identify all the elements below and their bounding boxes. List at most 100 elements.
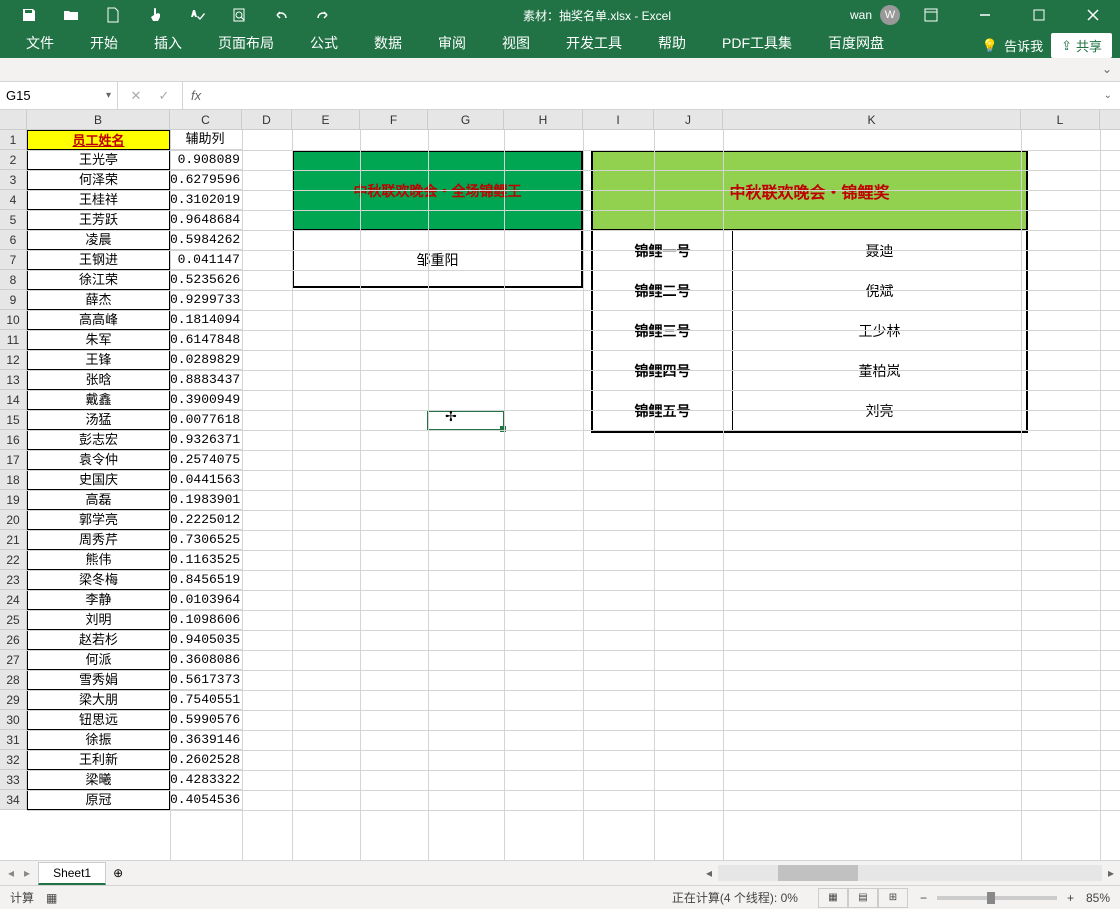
row-header-10[interactable]: 10 <box>0 310 27 330</box>
tab-view[interactable]: 视图 <box>484 28 548 58</box>
row-header-8[interactable]: 8 <box>0 270 27 290</box>
aux-value-cell[interactable]: 0.0103964 <box>170 590 242 610</box>
aux-value-cell[interactable]: 0.0441563 <box>170 470 242 490</box>
row-header-5[interactable]: 5 <box>0 210 27 230</box>
qat-open-icon[interactable] <box>50 0 92 30</box>
row-header-1[interactable]: 1 <box>0 130 27 150</box>
employee-name-cell[interactable]: 王利新 <box>27 750 170 770</box>
qat-spell-icon[interactable] <box>176 0 218 30</box>
employee-name-cell[interactable]: 何派 <box>27 650 170 670</box>
tell-me-search[interactable]: 💡 告诉我 <box>982 36 1043 55</box>
employee-name-cell[interactable]: 徐振 <box>27 730 170 750</box>
row-header-16[interactable]: 16 <box>0 430 27 450</box>
qat-redo-icon[interactable] <box>302 0 344 30</box>
tab-home[interactable]: 开始 <box>72 28 136 58</box>
aux-value-cell[interactable]: 0.9299733 <box>170 290 242 310</box>
aux-value-cell[interactable]: 0.1163525 <box>170 550 242 570</box>
employee-name-cell[interactable]: 张晗 <box>27 370 170 390</box>
view-pagelayout-icon[interactable]: ▤ <box>848 888 878 908</box>
employee-name-cell[interactable]: 王桂祥 <box>27 190 170 210</box>
employee-name-cell[interactable]: 凌晨 <box>27 230 170 250</box>
ribbon-expand-icon[interactable]: ⌄ <box>1102 62 1112 76</box>
aux-value-cell[interactable]: 0.3639146 <box>170 730 242 750</box>
employee-name-cell[interactable]: 高高峰 <box>27 310 170 330</box>
employee-name-cell[interactable]: 袁令仲 <box>27 450 170 470</box>
col-header-H[interactable]: H <box>504 110 583 129</box>
col-header-G[interactable]: G <box>428 110 504 129</box>
row-header-34[interactable]: 34 <box>0 790 27 810</box>
fx-icon[interactable]: fx <box>183 88 209 103</box>
formula-expand-icon[interactable]: ⌄ <box>1096 90 1120 101</box>
hscroll-left-icon[interactable]: ◂ <box>700 866 718 880</box>
hscroll-thumb[interactable] <box>778 865 858 881</box>
row-header-12[interactable]: 12 <box>0 350 27 370</box>
row-header-9[interactable]: 9 <box>0 290 27 310</box>
tab-pdf[interactable]: PDF工具集 <box>704 28 810 58</box>
employee-name-cell[interactable]: 赵若杉 <box>27 630 170 650</box>
employee-name-cell[interactable]: 高磊 <box>27 490 170 510</box>
spreadsheet-grid[interactable]: BCDEFGHIJKL 1234567891011121314151617181… <box>0 110 1120 860</box>
qat-touch-icon[interactable] <box>134 0 176 30</box>
row-header-29[interactable]: 29 <box>0 690 27 710</box>
aux-value-cell[interactable]: 0.5617373 <box>170 670 242 690</box>
col-header-J[interactable]: J <box>654 110 723 129</box>
tab-insert[interactable]: 插入 <box>136 28 200 58</box>
row-header-24[interactable]: 24 <box>0 590 27 610</box>
employee-name-cell[interactable]: 钮思远 <box>27 710 170 730</box>
employee-name-cell[interactable]: 王锋 <box>27 350 170 370</box>
qat-save-icon[interactable] <box>8 0 50 30</box>
view-normal-icon[interactable]: ▦ <box>818 888 848 908</box>
row-header-17[interactable]: 17 <box>0 450 27 470</box>
col-header-L[interactable]: L <box>1021 110 1100 129</box>
tab-data[interactable]: 数据 <box>356 28 420 58</box>
employee-name-cell[interactable]: 戴鑫 <box>27 390 170 410</box>
name-box-dropdown-icon[interactable]: ▾ <box>106 90 111 101</box>
row-header-25[interactable]: 25 <box>0 610 27 630</box>
tab-baidu[interactable]: 百度网盘 <box>810 28 902 58</box>
row-header-28[interactable]: 28 <box>0 670 27 690</box>
employee-name-cell[interactable]: 刘明 <box>27 610 170 630</box>
row-header-2[interactable]: 2 <box>0 150 27 170</box>
aux-value-cell[interactable]: 0.2602528 <box>170 750 242 770</box>
zoom-slider[interactable] <box>937 896 1057 900</box>
user-avatar[interactable]: W <box>880 5 900 25</box>
aux-value-cell[interactable]: 0.5235626 <box>170 270 242 290</box>
aux-value-cell[interactable]: 0.2574075 <box>170 450 242 470</box>
name-box-input[interactable] <box>6 88 86 103</box>
add-sheet-button[interactable]: ⊕ <box>106 866 130 880</box>
aux-value-cell[interactable]: 0.7306525 <box>170 530 242 550</box>
col-header-B[interactable]: B <box>27 110 170 129</box>
row-header-21[interactable]: 21 <box>0 530 27 550</box>
zoom-level[interactable]: 85% <box>1086 891 1110 905</box>
employee-name-cell[interactable]: 薛杰 <box>27 290 170 310</box>
aux-value-cell[interactable]: 0.9326371 <box>170 430 242 450</box>
employee-name-cell[interactable]: 梁冬梅 <box>27 570 170 590</box>
row-header-23[interactable]: 23 <box>0 570 27 590</box>
employee-name-cell[interactable]: 朱军 <box>27 330 170 350</box>
employee-name-cell[interactable]: 周秀芹 <box>27 530 170 550</box>
aux-value-cell[interactable]: 0.041147 <box>170 250 242 270</box>
employee-name-cell[interactable]: 熊伟 <box>27 550 170 570</box>
employee-name-cell[interactable]: 梁大朋 <box>27 690 170 710</box>
aux-value-cell[interactable]: 0.6279596 <box>170 170 242 190</box>
employee-name-cell[interactable]: 李静 <box>27 590 170 610</box>
row-header-11[interactable]: 11 <box>0 330 27 350</box>
aux-value-cell[interactable]: 0.6147848 <box>170 330 242 350</box>
aux-value-cell[interactable]: 0.2225012 <box>170 510 242 530</box>
col-header-K[interactable]: K <box>723 110 1021 129</box>
aux-value-cell[interactable]: 0.7540551 <box>170 690 242 710</box>
aux-value-cell[interactable]: 0.908089 <box>170 150 242 170</box>
employee-name-cell[interactable]: 徐江荣 <box>27 270 170 290</box>
aux-value-cell[interactable]: 0.5990576 <box>170 710 242 730</box>
horizontal-scrollbar[interactable]: ◂ ▸ <box>700 865 1120 881</box>
employee-name-cell[interactable]: 彭志宏 <box>27 430 170 450</box>
aux-value-cell[interactable]: 0.3608086 <box>170 650 242 670</box>
qat-new-icon[interactable] <box>92 0 134 30</box>
qat-undo-icon[interactable] <box>260 0 302 30</box>
tab-formulas[interactable]: 公式 <box>292 28 356 58</box>
tab-file[interactable]: 文件 <box>8 28 72 58</box>
hscroll-right-icon[interactable]: ▸ <box>1102 866 1120 880</box>
zoom-out-icon[interactable]: − <box>920 891 927 905</box>
formula-input[interactable] <box>209 88 1095 103</box>
employee-name-cell[interactable]: 王钢进 <box>27 250 170 270</box>
